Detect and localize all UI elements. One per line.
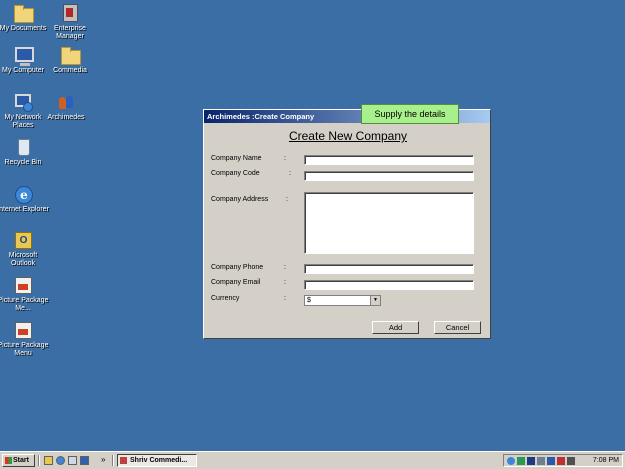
company-name-label: Company Name	[211, 155, 262, 162]
outlook-icon: O	[13, 230, 33, 250]
company-phone-input[interactable]	[304, 264, 474, 274]
label-colon: :	[284, 295, 286, 302]
app-icon	[120, 457, 127, 464]
desktop-icon-commedia[interactable]: Commedia	[44, 45, 96, 75]
tray-app-icon[interactable]	[537, 457, 545, 465]
folder-icon	[60, 45, 81, 65]
currency-select[interactable]: $ ▼	[304, 295, 381, 306]
desktop-icon-picture-package-me[interactable]: Picture Package Me...	[0, 275, 49, 313]
desktop-icon-label: Microsoft Outlook	[8, 252, 38, 267]
dropdown-arrow-icon[interactable]: ▼	[370, 296, 380, 305]
system-tray: 7:08 PM	[503, 454, 623, 467]
tray-app-icon[interactable]	[527, 457, 535, 465]
label-colon: :	[289, 170, 291, 177]
label-colon: :	[286, 196, 288, 203]
company-address-label: Company Address	[211, 196, 269, 203]
currency-label: Currency	[211, 295, 240, 302]
enterprise-manager-icon	[60, 3, 80, 23]
tray-app-icon[interactable]	[517, 457, 525, 465]
label-colon: :	[284, 264, 286, 271]
tray-volume-icon[interactable]	[567, 457, 575, 465]
desktop-icon-label: Archimedes	[47, 114, 85, 121]
desktop-icon-archimedes[interactable]: Archimedes	[40, 92, 92, 122]
tray-monitor-icon[interactable]	[547, 457, 555, 465]
dialog-heading: Create New Company	[288, 129, 408, 143]
desktop-icon-enterprise-manager[interactable]: Enterprise Manager	[44, 3, 96, 41]
quicklaunch-desktop-icon[interactable]	[44, 456, 53, 465]
start-label: Start	[13, 457, 29, 464]
company-address-input[interactable]	[304, 192, 474, 254]
quicklaunch-ie-icon[interactable]	[56, 456, 65, 465]
taskbar-button-commedia[interactable]: Shriv Commedi...	[117, 454, 197, 467]
quicklaunch-explorer-icon[interactable]	[68, 456, 77, 465]
label-colon: :	[284, 155, 286, 162]
taskbar-separator	[112, 455, 114, 466]
computer-icon	[13, 45, 34, 66]
desktop-icon-my-documents[interactable]: My Documents	[0, 3, 49, 33]
recycle-bin-icon	[13, 137, 33, 157]
desktop-icon-label: Picture Package Me...	[0, 297, 49, 312]
desktop-icon-internet-explorer[interactable]: e Internet Explorer	[0, 184, 49, 214]
desktop-icon-my-computer[interactable]: My Computer	[0, 45, 49, 75]
internet-explorer-icon: e	[13, 184, 33, 204]
add-button[interactable]: Add	[372, 321, 419, 334]
company-email-label: Company Email	[211, 279, 261, 286]
desktop-icon-label: My Computer	[1, 67, 44, 74]
company-email-input[interactable]	[304, 280, 474, 290]
company-code-label: Company Code	[211, 170, 260, 177]
folder-icon	[13, 3, 34, 23]
cancel-button[interactable]: Cancel	[434, 321, 481, 334]
desktop-icon-label: Recycle Bin	[4, 159, 42, 166]
company-name-input[interactable]	[304, 155, 474, 165]
company-code-input[interactable]	[304, 171, 474, 181]
create-company-dialog: Archimedes :Create Company Create New Co…	[203, 109, 491, 339]
desktop-icon-label: My Documents	[0, 25, 47, 32]
desktop-icon-label: Picture Package Menu	[0, 342, 49, 357]
tray-app-icon[interactable]	[557, 457, 565, 465]
desktop-icon-label: Enterprise Manager	[54, 25, 86, 40]
tray-network-icon[interactable]	[507, 457, 515, 465]
label-colon: :	[284, 279, 286, 286]
desktop-icon-picture-package-menu[interactable]: Picture Package Menu	[0, 320, 49, 358]
quicklaunch-more-chevron[interactable]: »	[101, 454, 105, 466]
people-icon	[56, 92, 76, 112]
desktop-icon-microsoft-outlook[interactable]: O Microsoft Outlook	[0, 230, 49, 268]
clock[interactable]: 7:08 PM	[593, 455, 619, 466]
desktop-icon-label: Commedia	[53, 67, 87, 74]
tooltip: Supply the details	[361, 104, 459, 124]
currency-value: $	[307, 297, 311, 304]
quicklaunch-word-icon[interactable]	[80, 456, 89, 465]
desktop-icon-recycle-bin[interactable]: Recycle Bin	[0, 137, 49, 167]
windows-logo-icon	[5, 457, 12, 464]
network-icon	[13, 92, 33, 112]
desktop-icon-label: Internet Explorer	[0, 206, 49, 213]
taskbar-separator	[38, 455, 40, 466]
picture-package-icon	[13, 275, 33, 295]
picture-package-icon	[13, 320, 33, 340]
company-phone-label: Company Phone	[211, 264, 264, 271]
start-button[interactable]: Start	[2, 454, 35, 467]
taskbar: Start » Shriv Commedi... 7:08 PM	[0, 451, 625, 469]
taskbar-button-label: Shriv Commedi...	[130, 457, 188, 464]
